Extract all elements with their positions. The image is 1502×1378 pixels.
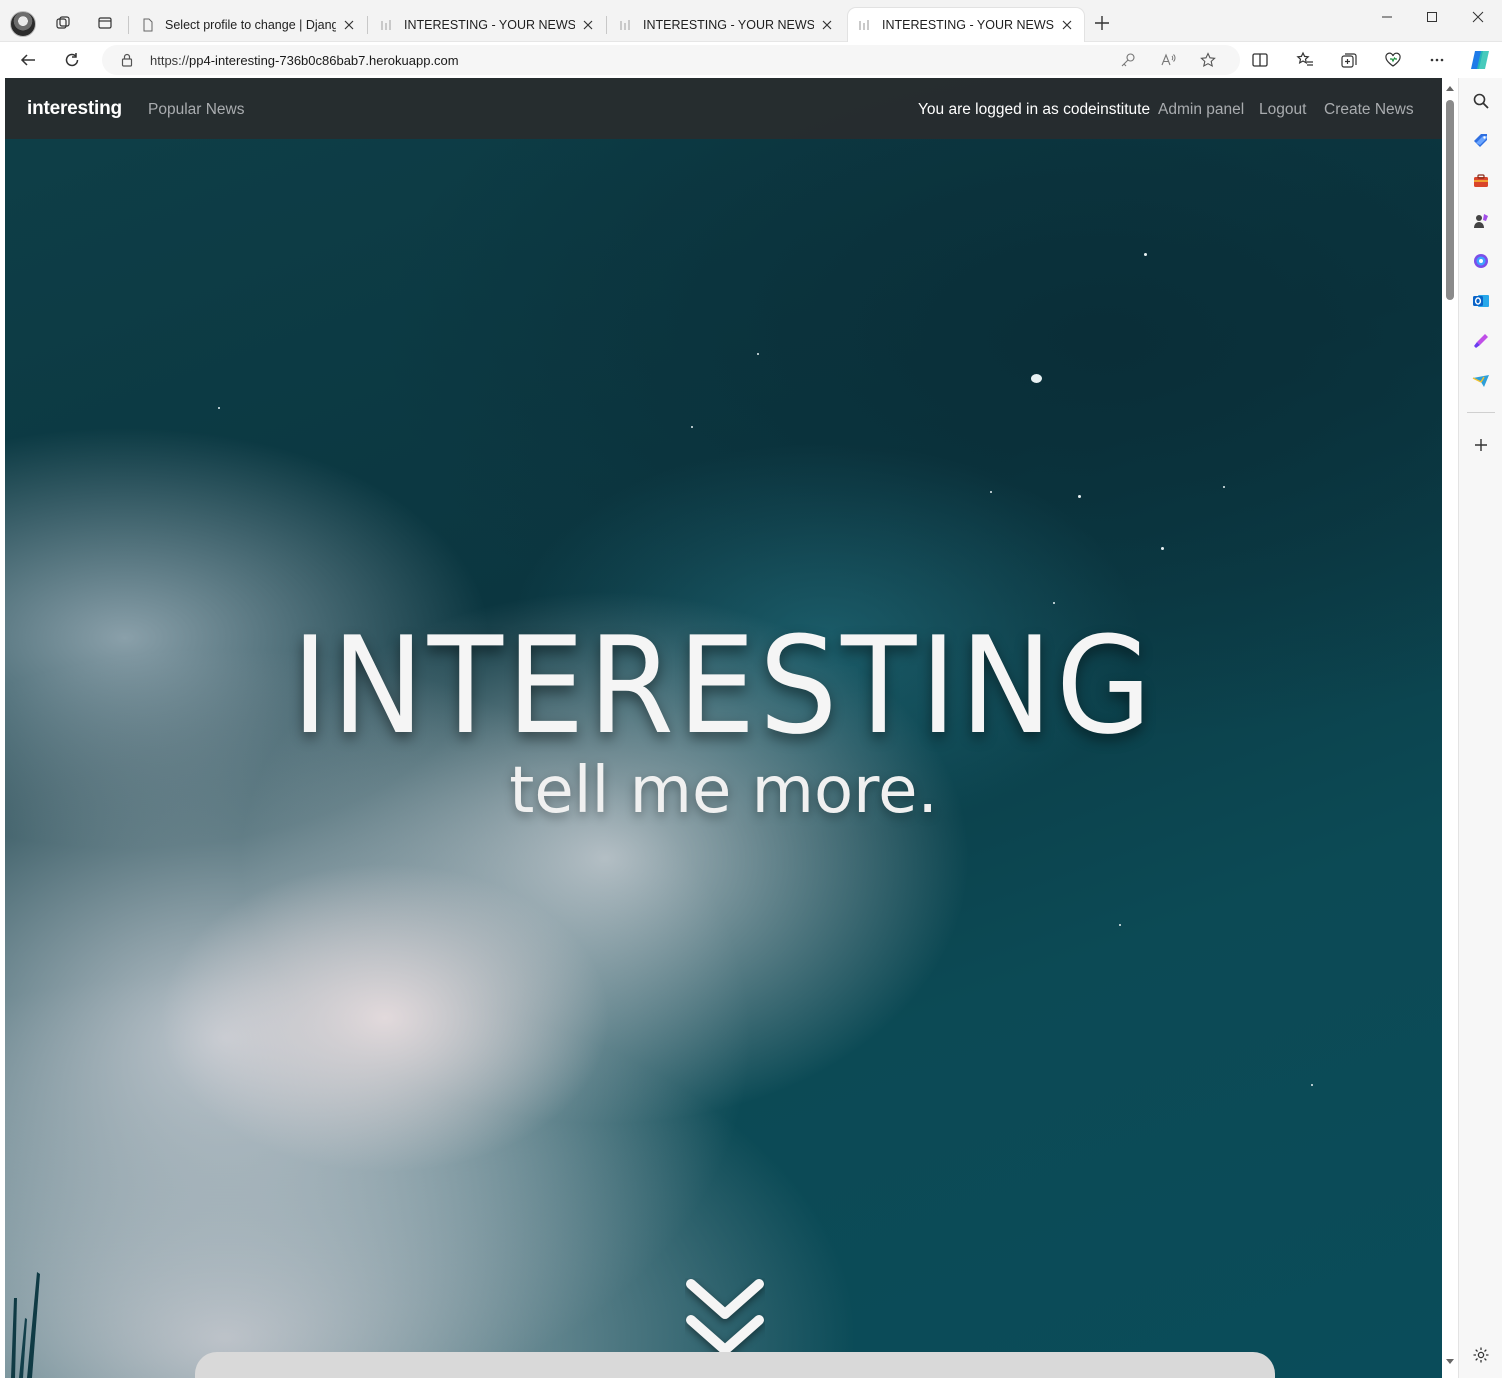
outlook-icon[interactable] [1471, 291, 1491, 311]
star [1031, 374, 1042, 383]
nav-popular-news[interactable]: Popular News [148, 101, 245, 119]
site-favicon-icon [381, 20, 391, 30]
telegram-icon[interactable] [1471, 371, 1491, 391]
browser-essentials-icon[interactable] [1383, 50, 1403, 70]
browser-toolbar: https://pp4-interesting-736b0c86bab7.her… [0, 42, 1502, 78]
hero-title: INTERESTING [291, 608, 1156, 764]
star [1223, 486, 1225, 488]
tab-actions-icon[interactable] [95, 13, 115, 33]
settings-icon[interactable] [1471, 1345, 1491, 1365]
site-brand[interactable]: interesting [27, 98, 122, 120]
site-favicon-icon [620, 20, 630, 30]
scroll-down-icon[interactable] [1445, 1356, 1455, 1366]
new-tab-icon[interactable] [1093, 14, 1111, 32]
tab-interesting-2[interactable]: INTERESTING - YOUR NEWS FIX [609, 8, 844, 42]
designer-icon[interactable] [1471, 331, 1491, 351]
tab-title: INTERESTING - YOUR NEWS FIX [882, 18, 1054, 32]
scroll-thumb[interactable] [1446, 100, 1454, 300]
url-scheme: https:// [150, 53, 190, 68]
maximize-icon[interactable] [1422, 8, 1442, 26]
tab-title: INTERESTING - YOUR NEWS FIX [404, 18, 575, 32]
star [1119, 924, 1121, 926]
url-text[interactable]: https://pp4-interesting-736b0c86bab7.her… [150, 53, 459, 68]
minimize-icon[interactable] [1377, 8, 1397, 26]
tag-icon[interactable] [1471, 131, 1491, 151]
profile-avatar[interactable] [10, 11, 36, 37]
scroll-up-icon[interactable] [1445, 84, 1455, 94]
reeds-silhouette [11, 1272, 40, 1378]
copilot-icon[interactable] [1468, 48, 1492, 72]
close-window-icon[interactable] [1468, 8, 1488, 26]
page-viewport: interesting Popular News You are logged … [5, 78, 1442, 1378]
star [1311, 1084, 1313, 1086]
workspaces-icon[interactable] [53, 13, 73, 33]
read-aloud-icon[interactable] [1160, 52, 1176, 68]
chevron-double-down-icon[interactable] [685, 1278, 765, 1360]
star [691, 426, 693, 428]
close-tab-icon[interactable] [1060, 18, 1074, 32]
logged-in-status: You are logged in as codeinstitute [918, 101, 1151, 118]
url-host: pp4-interesting-736b0c86bab7.herokuapp.c… [189, 53, 459, 68]
star [1078, 495, 1081, 498]
favorite-star-icon[interactable] [1200, 52, 1216, 68]
close-tab-icon[interactable] [581, 18, 595, 32]
tab-django-admin[interactable]: Select profile to change | Django [131, 8, 366, 42]
briefcase-icon[interactable] [1471, 171, 1491, 191]
star [1053, 602, 1055, 604]
star [1161, 547, 1164, 550]
page-icon [143, 18, 153, 32]
more-options-icon[interactable] [1427, 50, 1447, 70]
tab-title: INTERESTING - YOUR NEWS FIX [643, 18, 814, 32]
hero-subtitle: tell me more. [509, 754, 938, 828]
tab-title: Select profile to change | Django [165, 18, 336, 32]
back-icon[interactable] [18, 50, 38, 70]
close-tab-icon[interactable] [820, 18, 834, 32]
add-icon[interactable] [1471, 435, 1491, 455]
page-scrollbar[interactable] [1442, 78, 1458, 1378]
collections-icon[interactable] [1339, 50, 1359, 70]
star [1144, 253, 1147, 256]
close-tab-icon[interactable] [342, 18, 356, 32]
search-icon[interactable] [1471, 91, 1491, 111]
nav-logout[interactable]: Logout [1259, 101, 1306, 119]
refresh-icon[interactable] [62, 50, 82, 70]
site-favicon-icon [859, 20, 869, 30]
address-bar[interactable]: https://pp4-interesting-736b0c86bab7.her… [102, 45, 1240, 75]
browser-tab-strip: Select profile to change | Django INTERE… [0, 0, 1502, 42]
content-card-top [195, 1352, 1275, 1378]
browser-sidebar [1458, 78, 1502, 1378]
star [990, 491, 992, 493]
games-icon[interactable] [1471, 211, 1491, 231]
star [218, 407, 220, 409]
favorites-icon[interactable] [1295, 50, 1315, 70]
nav-admin-panel[interactable]: Admin panel [1158, 101, 1244, 119]
office-icon[interactable] [1471, 251, 1491, 271]
split-screen-icon[interactable] [1250, 50, 1270, 70]
key-icon[interactable] [1120, 52, 1136, 68]
tab-interesting-1[interactable]: INTERESTING - YOUR NEWS FIX [370, 8, 605, 42]
star [757, 353, 759, 355]
tab-interesting-active[interactable]: INTERESTING - YOUR NEWS FIX [848, 8, 1084, 42]
nav-create-news[interactable]: Create News [1324, 101, 1414, 119]
sidebar-divider [1467, 412, 1495, 413]
site-navbar: interesting Popular News You are logged … [5, 78, 1442, 139]
lock-icon[interactable] [120, 53, 134, 67]
